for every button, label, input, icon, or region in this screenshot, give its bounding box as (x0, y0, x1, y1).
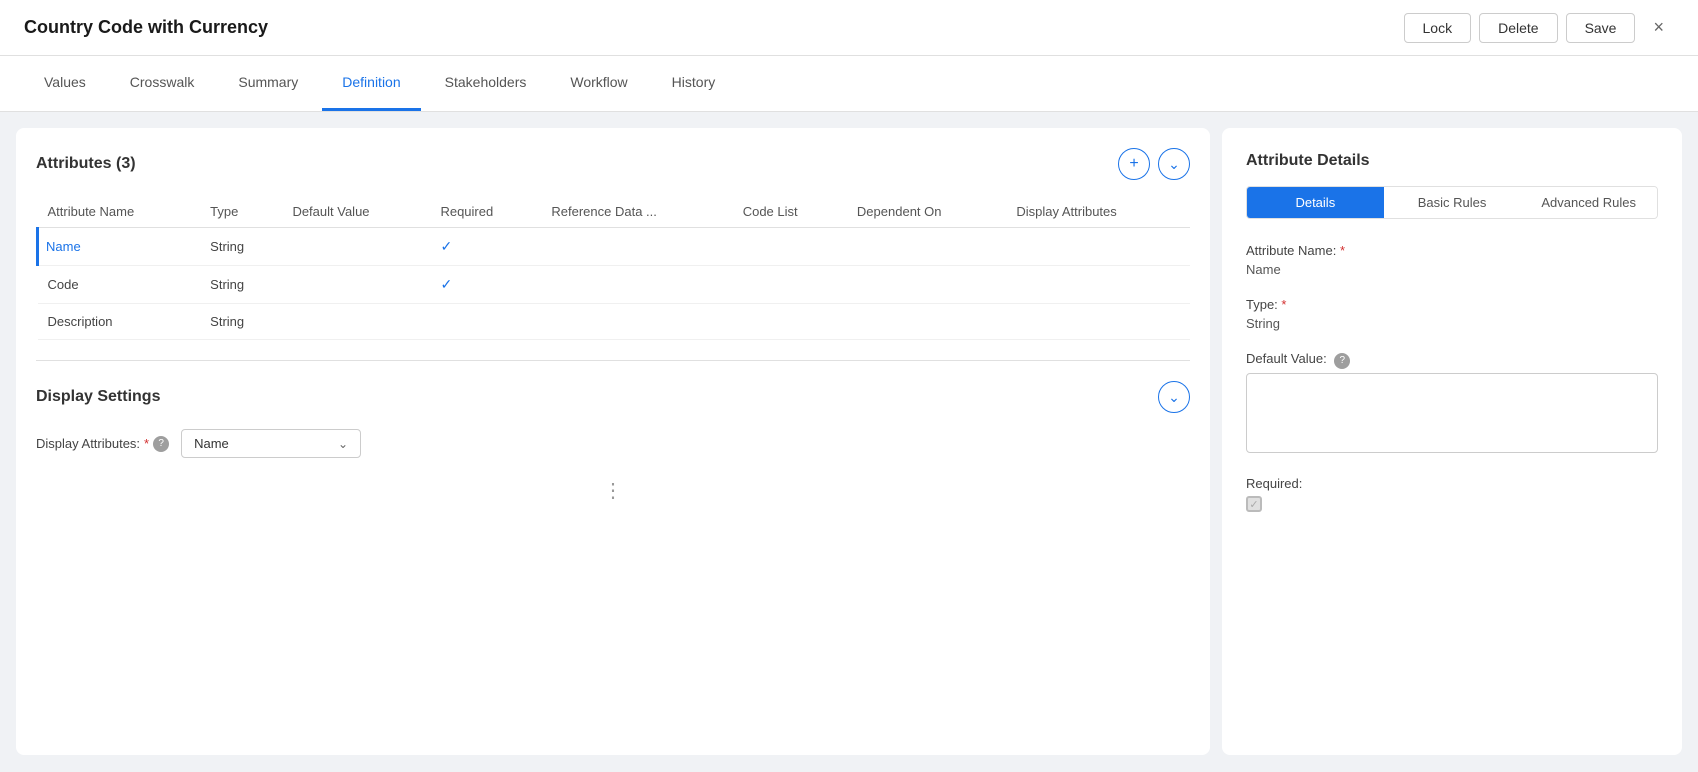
attr-name-cell: Name (38, 228, 201, 266)
attr-default-cell (282, 304, 430, 340)
required-field: Required: ✓ (1246, 476, 1658, 513)
required-check-icon: ✓ (440, 238, 452, 254)
collapse-attributes-button[interactable]: ⌄ (1158, 148, 1190, 180)
display-attrs-label: Display Attributes: * ? (36, 436, 169, 452)
tab-summary[interactable]: Summary (218, 56, 318, 111)
attr-details-title: Attribute Details (1246, 152, 1658, 170)
tab-history[interactable]: History (652, 56, 736, 111)
attr-code-list-cell (733, 228, 847, 266)
attr-dependent-cell (847, 304, 1006, 340)
close-button[interactable]: × (1643, 13, 1674, 43)
attr-dependent-cell (847, 228, 1006, 266)
required-star: * (1281, 297, 1286, 312)
default-value-label: Default Value: ? (1246, 351, 1658, 369)
required-star: * (1340, 243, 1345, 258)
tab-values[interactable]: Values (24, 56, 106, 111)
chevron-down-icon: ⌄ (338, 437, 348, 451)
attr-name-label: Attribute Name: * (1246, 243, 1658, 258)
display-attrs-row: Display Attributes: * ? Name ⌄ (36, 429, 1190, 458)
attr-default-cell (282, 228, 430, 266)
collapse-display-settings-button[interactable]: ⌄ (1158, 381, 1190, 413)
attr-code-list-cell (733, 304, 847, 340)
col-attribute-name: Attribute Name (38, 196, 201, 228)
tabs-bar: Values Crosswalk Summary Definition Stak… (0, 56, 1698, 112)
attr-type-cell: String (200, 304, 282, 340)
col-required: Required (430, 196, 541, 228)
attr-name-field: Attribute Name: * Name (1246, 243, 1658, 277)
tab-definition[interactable]: Definition (322, 56, 420, 111)
attr-name-cell: Code (38, 266, 201, 304)
tab-stakeholders[interactable]: Stakeholders (425, 56, 547, 111)
attr-default-cell (282, 266, 430, 304)
main-layout: Attributes (3) + ⌄ Attribute Name Type D… (0, 112, 1698, 771)
required-checkbox[interactable]: ✓ (1246, 496, 1262, 512)
tab-workflow[interactable]: Workflow (550, 56, 647, 111)
lock-button[interactable]: Lock (1404, 13, 1472, 43)
dropdown-value: Name (194, 436, 229, 451)
required-check-icon: ✓ (440, 276, 452, 292)
col-display-attributes: Display Attributes (1006, 196, 1190, 228)
display-settings-header: Display Settings ⌄ (36, 381, 1190, 413)
attr-ref-cell (541, 304, 732, 340)
attributes-section-header: Attributes (3) + ⌄ (36, 148, 1190, 180)
display-settings-section: Display Settings ⌄ Display Attributes: *… (36, 381, 1190, 503)
attributes-table: Attribute Name Type Default Value Requir… (36, 196, 1190, 340)
more-options-icon[interactable]: ⋮ (36, 478, 1190, 503)
add-attribute-button[interactable]: + (1118, 148, 1150, 180)
top-bar: Country Code with Currency Lock Delete S… (0, 0, 1698, 56)
attr-type-cell: String (200, 228, 282, 266)
type-value: String (1246, 316, 1658, 331)
col-reference-data: Reference Data ... (541, 196, 732, 228)
display-attrs-dropdown[interactable]: Name ⌄ (181, 429, 361, 458)
attr-type-cell: String (200, 266, 282, 304)
attr-name-value: Name (1246, 262, 1658, 277)
attr-display-cell (1006, 304, 1190, 340)
attr-display-cell (1006, 228, 1190, 266)
col-code-list: Code List (733, 196, 847, 228)
required-star: * (144, 436, 149, 451)
delete-button[interactable]: Delete (1479, 13, 1557, 43)
tab-crosswalk[interactable]: Crosswalk (110, 56, 215, 111)
attr-required-cell: ✓ (430, 266, 541, 304)
col-type: Type (200, 196, 282, 228)
detail-tabs: Details Basic Rules Advanced Rules (1246, 186, 1658, 219)
page-title: Country Code with Currency (24, 17, 268, 38)
check-mark: ✓ (1249, 498, 1258, 511)
attributes-title: Attributes (3) (36, 155, 136, 173)
table-row[interactable]: Name String ✓ (38, 228, 1191, 266)
table-row[interactable]: Code String ✓ (38, 266, 1191, 304)
attr-ref-cell (541, 266, 732, 304)
attr-display-cell (1006, 266, 1190, 304)
required-label: Required: (1246, 476, 1658, 491)
table-row[interactable]: Description String (38, 304, 1191, 340)
top-actions: Lock Delete Save × (1404, 13, 1674, 43)
col-default-value: Default Value (282, 196, 430, 228)
right-panel: Attribute Details Details Basic Rules Ad… (1222, 128, 1682, 755)
type-field: Type: * String (1246, 297, 1658, 331)
attributes-actions: + ⌄ (1118, 148, 1190, 180)
default-value-textarea[interactable] (1246, 373, 1658, 453)
attr-dependent-cell (847, 266, 1006, 304)
display-settings-title: Display Settings (36, 388, 160, 406)
detail-tab-basic-rules[interactable]: Basic Rules (1384, 187, 1521, 218)
save-button[interactable]: Save (1566, 13, 1636, 43)
attr-name-cell: Description (38, 304, 201, 340)
attr-required-cell: ✓ (430, 228, 541, 266)
help-icon[interactable]: ? (153, 436, 169, 452)
left-panel: Attributes (3) + ⌄ Attribute Name Type D… (16, 128, 1210, 755)
type-label: Type: * (1246, 297, 1658, 312)
help-icon[interactable]: ? (1334, 353, 1350, 369)
col-dependent-on: Dependent On (847, 196, 1006, 228)
default-value-field: Default Value: ? (1246, 351, 1658, 456)
detail-tab-details[interactable]: Details (1247, 187, 1384, 218)
attr-code-list-cell (733, 266, 847, 304)
detail-tab-advanced-rules[interactable]: Advanced Rules (1520, 187, 1657, 218)
attr-required-cell (430, 304, 541, 340)
attr-ref-cell (541, 228, 732, 266)
